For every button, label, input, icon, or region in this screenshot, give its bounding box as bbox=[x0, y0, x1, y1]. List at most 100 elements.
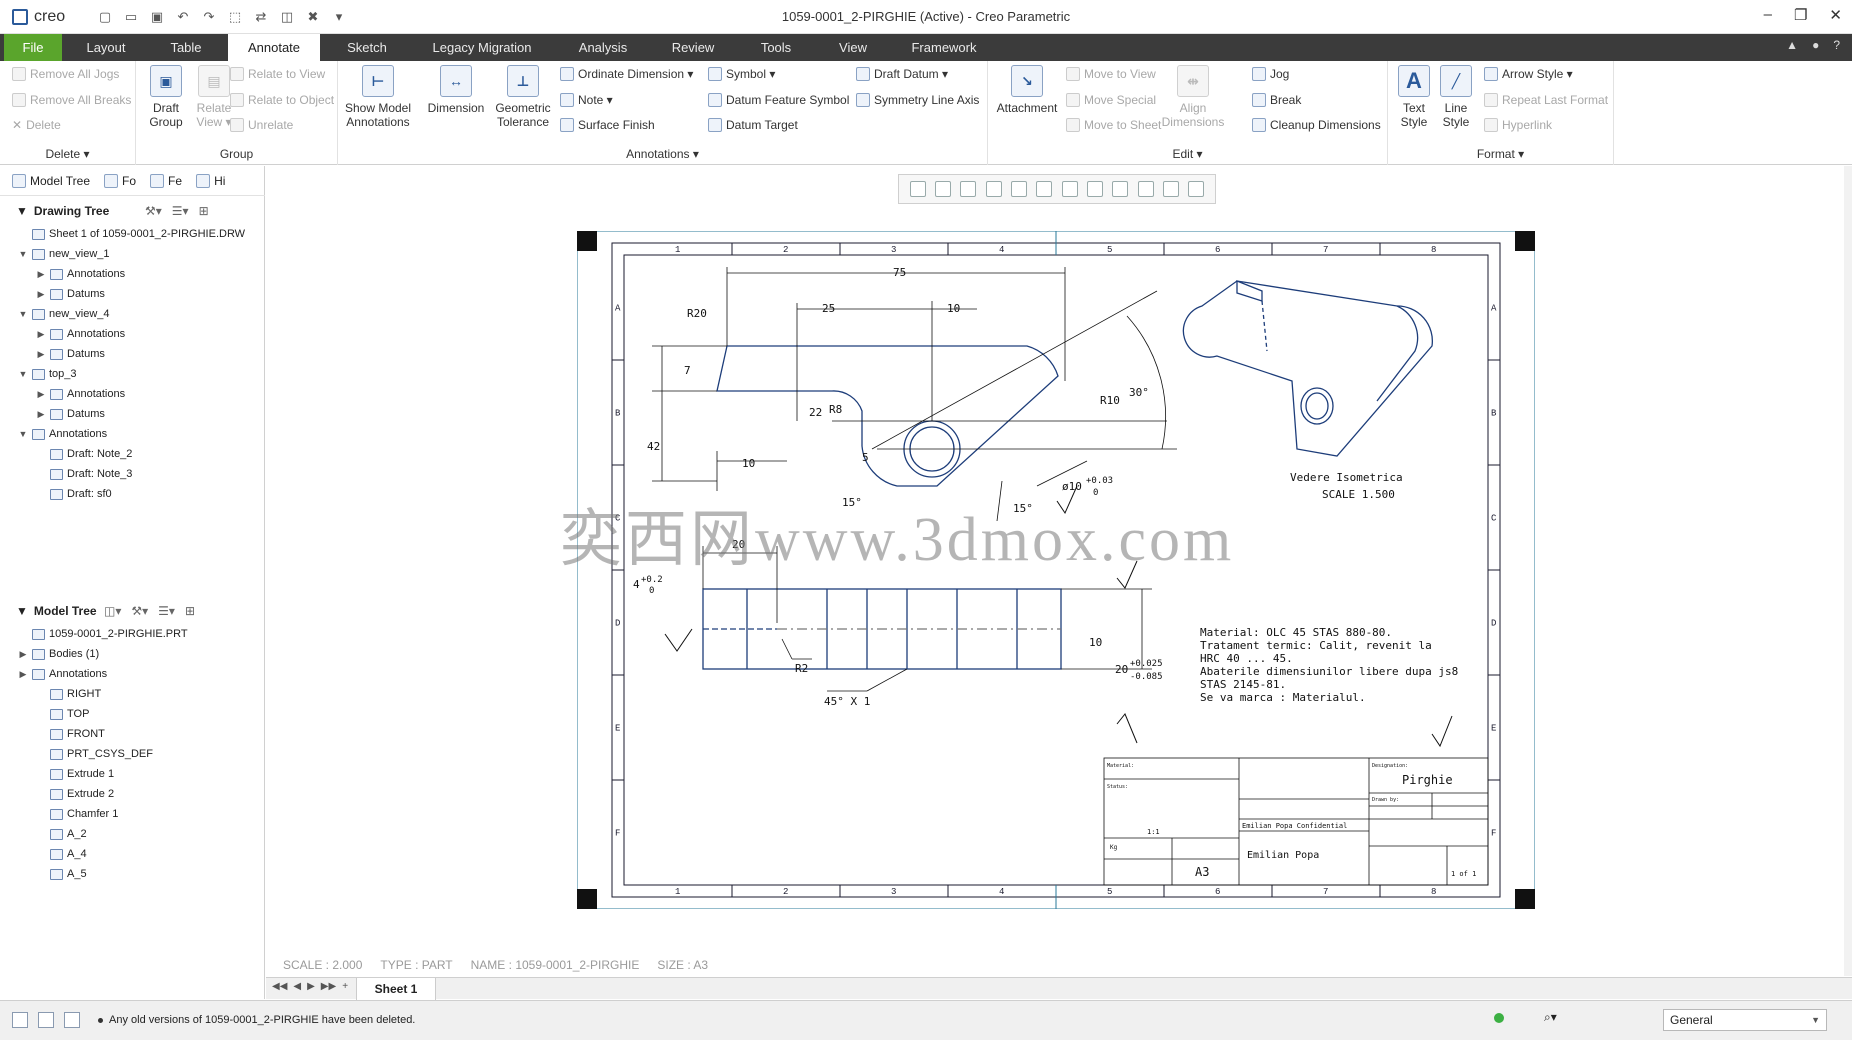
delete-button[interactable]: ✕ Delete bbox=[12, 118, 61, 132]
show-model-annotations-button[interactable]: ⊢ Show Model Annotations bbox=[344, 65, 412, 129]
tree-node[interactable]: Extrude 2 bbox=[0, 784, 265, 804]
tab-review[interactable]: Review bbox=[656, 34, 730, 61]
last-sheet-button[interactable]: ▶▶ bbox=[321, 981, 336, 992]
undo-icon[interactable]: ↶ bbox=[174, 8, 192, 26]
tree-node[interactable]: ▶ Bodies (1) bbox=[0, 644, 265, 664]
collapse-icon[interactable]: ▼ bbox=[18, 304, 28, 324]
repaint-icon[interactable] bbox=[985, 181, 1002, 197]
tree-node[interactable]: FRONT bbox=[0, 724, 265, 744]
collapse-icon[interactable]: ▼ bbox=[18, 244, 28, 264]
new-file-icon[interactable]: ▢ bbox=[96, 8, 114, 26]
relate-to-object-button[interactable]: Relate to Object bbox=[230, 93, 334, 107]
expand-icon[interactable]: ▶ bbox=[36, 324, 46, 344]
tab-legacy-migration[interactable]: Legacy Migration bbox=[418, 34, 546, 61]
tab-annotate[interactable]: Annotate bbox=[228, 34, 320, 61]
drawing-tree-header[interactable]: ▼ Drawing Tree ⚒▾ ☰▾ ⊞ bbox=[0, 198, 265, 224]
model-tree-show-icon[interactable]: ◫▾ bbox=[104, 604, 121, 618]
saved-orientations-icon[interactable] bbox=[1036, 181, 1053, 197]
navigator-tab-favorites[interactable]: Fe bbox=[150, 173, 182, 188]
collapse-icon[interactable]: ▼ bbox=[18, 364, 28, 384]
tree-filter-icon[interactable]: ☰▾ bbox=[172, 204, 189, 218]
tree-node[interactable]: RIGHT bbox=[0, 684, 265, 704]
tree-node[interactable]: ▶ Annotations bbox=[0, 324, 265, 344]
point-display-icon[interactable] bbox=[1162, 181, 1179, 197]
arrow-style-button[interactable]: Arrow Style ▾ bbox=[1484, 67, 1573, 81]
tree-node[interactable]: ▶ Datums bbox=[0, 284, 265, 304]
navigator-tab-folder[interactable]: Fo bbox=[104, 173, 136, 188]
break-button[interactable]: Break bbox=[1252, 93, 1301, 107]
datum-feature-symbol-button[interactable]: Datum Feature Symbol bbox=[708, 93, 849, 107]
next-sheet-button[interactable]: ▶ bbox=[307, 981, 315, 992]
tree-node[interactable]: 1059-0001_2-PIRGHIE.PRT bbox=[0, 624, 265, 644]
move-special-button[interactable]: Move Special bbox=[1066, 93, 1156, 107]
tree-node[interactable]: Draft: Note_3 bbox=[0, 464, 265, 484]
customize-qat-icon[interactable]: ▾ bbox=[330, 8, 348, 26]
tab-analysis[interactable]: Analysis bbox=[562, 34, 644, 61]
expand-icon[interactable]: ▶ bbox=[36, 404, 46, 424]
windows-icon[interactable]: ◫ bbox=[278, 8, 296, 26]
datum-target-button[interactable]: Datum Target bbox=[708, 118, 798, 132]
navigator-toggle-icon[interactable] bbox=[12, 1012, 28, 1028]
navigator-tab-model-tree[interactable]: Model Tree bbox=[12, 173, 90, 188]
draft-datum-button[interactable]: Draft Datum ▾ bbox=[856, 67, 948, 81]
tree-node[interactable]: A_4 bbox=[0, 844, 265, 864]
add-sheet-button[interactable]: + bbox=[342, 981, 348, 992]
geometric-tolerance-button[interactable]: ⊥ Geometric Tolerance bbox=[492, 65, 554, 129]
graphics-scrollbar[interactable] bbox=[1844, 166, 1852, 976]
tab-sketch[interactable]: Sketch bbox=[328, 34, 406, 61]
expand-icon[interactable]: ▶ bbox=[36, 344, 46, 364]
tree-node[interactable]: Extrude 1 bbox=[0, 764, 265, 784]
jog-button[interactable]: Jog bbox=[1252, 67, 1289, 81]
regenerate-icon[interactable]: ⇄ bbox=[252, 8, 270, 26]
find-icon[interactable]: ⌕▾ bbox=[1544, 1010, 1557, 1025]
repeat-last-format-button[interactable]: Repeat Last Format bbox=[1484, 93, 1608, 107]
help-icon[interactable]: ? bbox=[1833, 38, 1840, 52]
surface-finish-button[interactable]: Surface Finish bbox=[560, 118, 655, 132]
tree-node[interactable]: TOP bbox=[0, 704, 265, 724]
close-window-icon[interactable]: ✖ bbox=[304, 8, 322, 26]
ordinate-dimension-button[interactable]: Ordinate Dimension ▾ bbox=[560, 67, 693, 81]
tree-node[interactable]: ▶ Datums bbox=[0, 404, 265, 424]
tree-settings-icon[interactable]: ⚒▾ bbox=[131, 604, 148, 618]
prev-sheet-button[interactable]: ◀ bbox=[293, 981, 301, 992]
refit-icon[interactable] bbox=[909, 181, 926, 197]
relate-to-view-button[interactable]: Relate to View bbox=[230, 67, 325, 81]
note-button[interactable]: Note ▾ bbox=[560, 93, 613, 107]
symbol-button[interactable]: Symbol ▾ bbox=[708, 67, 775, 81]
open-file-icon[interactable]: ▭ bbox=[122, 8, 140, 26]
expand-icon[interactable]: ▶ bbox=[36, 384, 46, 404]
move-to-sheet-button[interactable]: Move to Sheet bbox=[1066, 118, 1161, 132]
expand-icon[interactable]: ▶ bbox=[36, 284, 46, 304]
tree-node[interactable]: ▼ top_3 bbox=[0, 364, 265, 384]
dimension-button[interactable]: ↔ Dimension bbox=[424, 65, 488, 115]
model-tree-header[interactable]: ▼ Model Tree ◫▾ ⚒▾ ☰▾ ⊞ bbox=[0, 598, 265, 624]
sheet-tab-1[interactable]: Sheet 1 bbox=[356, 978, 436, 1000]
tab-table[interactable]: Table bbox=[152, 34, 220, 61]
tab-view[interactable]: View bbox=[818, 34, 888, 61]
text-style-button[interactable]: A Text Style bbox=[1392, 65, 1436, 129]
expand-icon[interactable]: ▶ bbox=[36, 264, 46, 284]
tab-layout[interactable]: Layout bbox=[72, 34, 140, 61]
unrelate-button[interactable]: Unrelate bbox=[230, 118, 293, 132]
zoom-in-icon[interactable] bbox=[934, 181, 951, 197]
tree-node[interactable]: ▶ Annotations bbox=[0, 264, 265, 284]
align-dimensions-button[interactable]: ⇹ Align Dimensions bbox=[1160, 65, 1226, 129]
csys-display-icon[interactable] bbox=[1188, 181, 1205, 197]
tree-node[interactable]: Sheet 1 of 1059-0001_2-PIRGHIE.DRW bbox=[0, 224, 265, 244]
save-icon[interactable]: ▣ bbox=[148, 8, 166, 26]
edit-group-label[interactable]: Edit ▾ bbox=[988, 147, 1387, 161]
remove-all-jogs-button[interactable]: Remove All Jogs bbox=[12, 67, 119, 81]
tree-filter-icon[interactable]: ☰▾ bbox=[158, 604, 175, 618]
annotations-group-label[interactable]: Annotations ▾ bbox=[338, 147, 987, 161]
tree-node[interactable]: ▶ Annotations bbox=[0, 384, 265, 404]
maximize-button[interactable]: ❐ bbox=[1794, 6, 1807, 24]
expand-icon[interactable]: ▶ bbox=[18, 664, 28, 684]
line-style-button[interactable]: ╱ Line Style bbox=[1434, 65, 1478, 129]
browser-toggle-icon[interactable] bbox=[38, 1012, 54, 1028]
tree-settings-icon[interactable]: ⚒▾ bbox=[145, 204, 162, 218]
tree-node[interactable]: ▼ new_view_4 bbox=[0, 304, 265, 324]
tree-node[interactable]: ▶ Annotations bbox=[0, 664, 265, 684]
tree-node[interactable]: PRT_CSYS_DEF bbox=[0, 744, 265, 764]
symmetry-line-axis-button[interactable]: Symmetry Line Axis bbox=[856, 93, 979, 107]
community-icon[interactable]: ● bbox=[1812, 38, 1819, 52]
